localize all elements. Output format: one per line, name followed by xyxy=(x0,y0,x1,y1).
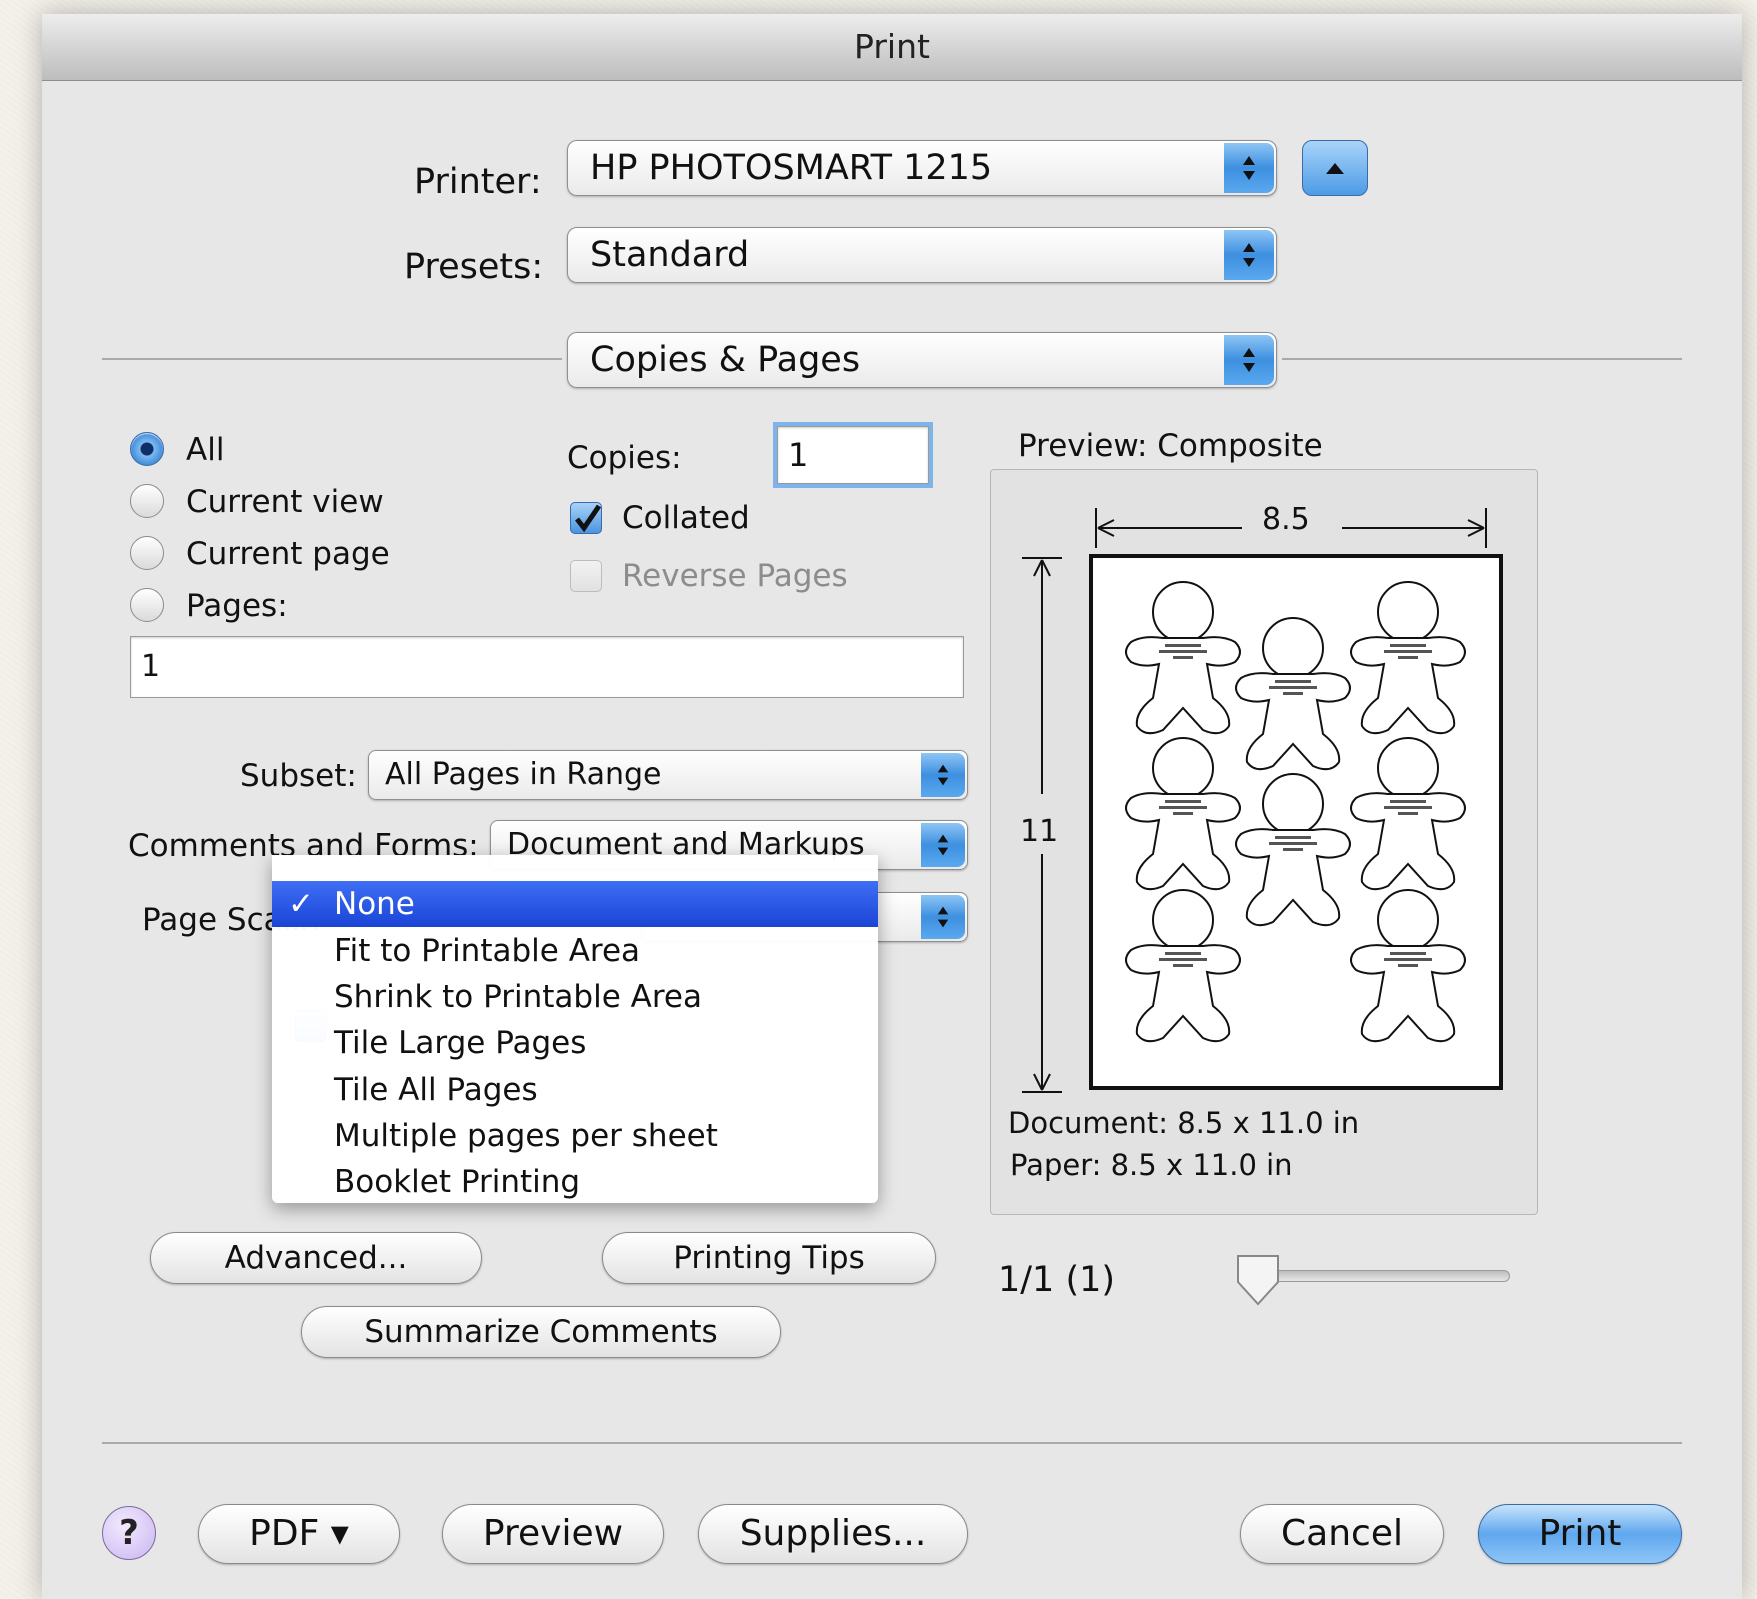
radio-all[interactable] xyxy=(130,432,164,466)
menu-item-label: Fit to Printable Area xyxy=(334,933,641,969)
printer-popup[interactable]: HP PHOTOSMART 1215 xyxy=(567,140,1277,196)
menu-item-label: Booklet Printing xyxy=(334,1164,581,1200)
radio-pages[interactable] xyxy=(130,588,164,622)
reverse-pages-label: Reverse Pages xyxy=(622,558,848,594)
presets-label: Presets: xyxy=(404,247,544,287)
printer-label: Printer: xyxy=(414,162,542,202)
copies-input[interactable]: 1 xyxy=(777,426,929,484)
document-size: Document: 8.5 x 11.0 in xyxy=(1008,1106,1360,1140)
presets-value: Standard xyxy=(590,235,750,275)
separator xyxy=(1282,358,1682,360)
collated-label: Collated xyxy=(622,500,750,536)
page-preview xyxy=(1089,554,1503,1090)
separator xyxy=(102,358,562,360)
menu-item-tile-large-pages[interactable]: Tile Large Pages xyxy=(272,1020,878,1066)
print-button[interactable]: Print xyxy=(1478,1504,1682,1564)
menu-item-booklet-printing[interactable]: Booklet Printing xyxy=(272,1159,878,1205)
radio-current-view[interactable] xyxy=(130,484,164,518)
checkmark-icon: ✓ xyxy=(288,886,314,922)
page-counter: 1/1 (1) xyxy=(998,1260,1116,1300)
radio-pages-label: Pages: xyxy=(186,588,288,624)
advanced-button[interactable]: Advanced... xyxy=(150,1232,482,1284)
menu-item-label: Multiple pages per sheet xyxy=(334,1118,718,1154)
section-value: Copies & Pages xyxy=(590,340,861,380)
radio-current-view-label: Current view xyxy=(186,484,384,520)
presets-popup[interactable]: Standard xyxy=(567,227,1277,283)
popup-stepper-icon xyxy=(1224,230,1274,280)
radio-current-page-label: Current page xyxy=(186,536,390,572)
disclosure-up-icon xyxy=(1326,163,1344,174)
popup-stepper-icon xyxy=(921,823,965,867)
radio-all-label: All xyxy=(186,432,225,468)
supplies-button[interactable]: Supplies... xyxy=(698,1504,968,1564)
section-popup[interactable]: Copies & Pages xyxy=(567,332,1277,388)
collated-checkbox[interactable] xyxy=(570,502,602,534)
subset-popup[interactable]: All Pages in Range xyxy=(368,750,968,800)
menu-item-multiple-pages-per-sheet[interactable]: Multiple pages per sheet xyxy=(272,1113,878,1159)
gingerbread-shapes-preview xyxy=(1125,581,1466,1043)
page-scaling-menu: ✓ None Fit to Printable Area Shrink to P… xyxy=(272,855,878,1203)
help-icon[interactable]: ? xyxy=(102,1506,156,1560)
preview-height-label: 11 xyxy=(1020,814,1059,849)
printing-tips-button[interactable]: Printing Tips xyxy=(602,1232,936,1284)
subset-label: Subset: xyxy=(240,758,357,794)
menu-item-label: Tile All Pages xyxy=(334,1072,538,1108)
popup-stepper-icon xyxy=(1224,143,1274,193)
subset-value: All Pages in Range xyxy=(385,757,662,792)
menu-item-tile-all-pages[interactable]: Tile All Pages xyxy=(272,1067,878,1113)
menu-item-none[interactable]: ✓ None xyxy=(272,881,878,927)
copies-label: Copies: xyxy=(567,440,682,476)
preview-slider-thumb[interactable] xyxy=(1234,1252,1282,1308)
menu-item-fit-to-printable-area[interactable]: Fit to Printable Area xyxy=(272,928,878,974)
summarize-comments-button[interactable]: Summarize Comments xyxy=(301,1306,781,1358)
preview-button[interactable]: Preview xyxy=(442,1504,664,1564)
paper-size: Paper: 8.5 x 11.0 in xyxy=(1010,1148,1293,1182)
checkmark-icon xyxy=(575,504,602,533)
menu-item-label: None xyxy=(334,886,415,922)
reverse-pages-checkbox[interactable] xyxy=(570,560,602,592)
width-dimension-arrow xyxy=(1095,508,1487,548)
pdf-button[interactable]: PDF ▾ xyxy=(198,1504,400,1564)
cancel-button[interactable]: Cancel xyxy=(1240,1504,1444,1564)
preview-title: Preview: Composite xyxy=(1018,428,1323,464)
menu-item-label: Shrink to Printable Area xyxy=(334,979,702,1015)
popup-stepper-icon xyxy=(921,895,965,939)
print-dialog: Print Printer: HP PHOTOSMART 1215 Preset… xyxy=(42,14,1742,1599)
radio-current-page[interactable] xyxy=(130,536,164,570)
disclosure-button[interactable] xyxy=(1302,140,1368,196)
menu-item-shrink-to-printable-area[interactable]: Shrink to Printable Area xyxy=(272,974,878,1020)
pages-input[interactable]: 1 xyxy=(130,636,964,698)
printer-value: HP PHOTOSMART 1215 xyxy=(590,148,993,188)
window-title: Print xyxy=(42,14,1742,81)
preview-width-label: 8.5 xyxy=(1262,502,1310,537)
menu-item-label: Tile Large Pages xyxy=(334,1025,587,1061)
popup-stepper-icon xyxy=(1224,335,1274,385)
popup-stepper-icon xyxy=(921,753,965,797)
separator xyxy=(102,1442,1682,1444)
